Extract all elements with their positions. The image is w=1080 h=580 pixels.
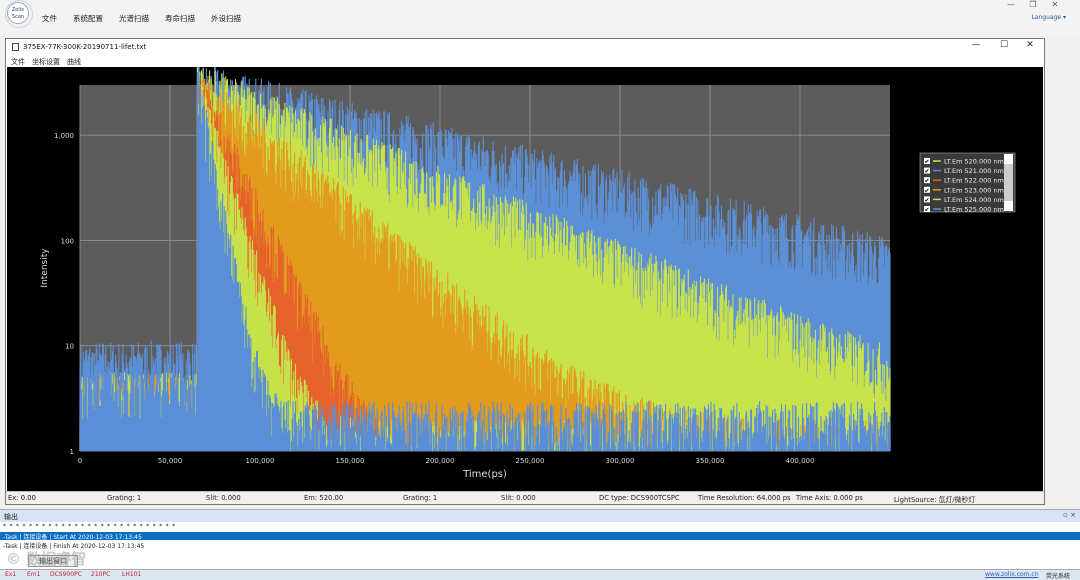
restore-icon[interactable]: ❐ xyxy=(1022,0,1044,9)
legend-entry: LT.Em 525.000 nm xyxy=(944,206,1004,214)
y-tick-label: 100 xyxy=(61,237,74,245)
menu-spectrum-scan[interactable]: 光谱扫描 xyxy=(119,13,149,24)
y-axis-label: Intensity xyxy=(40,248,50,288)
x-tick-label: 300,000 xyxy=(606,457,635,465)
status-slit-2: Slit: 0.000 xyxy=(501,494,536,502)
status-ex: Ex: 0.00 xyxy=(8,494,36,502)
status-grating-2: Grating: 1 xyxy=(403,494,438,502)
minimize-icon[interactable]: — xyxy=(1000,0,1022,9)
language-label: Language xyxy=(1031,14,1062,21)
child-menu-file[interactable]: 文件 xyxy=(11,57,25,67)
child-close-icon[interactable]: ✕ xyxy=(1020,40,1040,50)
app-menubar: Zolix Scan 文件 系统配置 光谱扫描 寿命扫描 外设扫描 — ❐ ✕ La… xyxy=(0,0,1080,36)
legend-entry: LT.Em 520.000 nm xyxy=(944,158,1004,166)
status-device-dcs900pc: DCS900PC xyxy=(50,571,82,578)
menu-peripheral-scan[interactable]: 外设扫描 xyxy=(211,13,241,24)
output-title: 输出 xyxy=(4,513,18,521)
check-icon: ✔ xyxy=(925,187,930,194)
y-tick-label: 10 xyxy=(65,343,74,351)
lifetime-data-window: 375EX-77K-300K-20190711-lifet.txt — ☐ ✕ … xyxy=(5,38,1045,505)
check-icon: ✔ xyxy=(925,178,930,185)
status-light-source: LightSource: 氙灯/微秒灯 xyxy=(894,496,976,504)
legend-entry: LT.Em 524.000 nm xyxy=(944,196,1004,204)
menu-system-config[interactable]: 系统配置 xyxy=(73,13,103,24)
check-icon: ✔ xyxy=(925,207,930,214)
close-icon[interactable]: ✕ xyxy=(1044,0,1066,9)
legend-scroll-up xyxy=(1004,154,1013,164)
y-tick-label: 1,000 xyxy=(54,132,74,140)
x-tick-label: 0 xyxy=(78,457,82,465)
child-window-title: 375EX-77K-300K-20190711-lifet.txt xyxy=(23,43,147,51)
x-tick-label: 200,000 xyxy=(426,457,455,465)
watermark-text: © 数据睿智 xyxy=(6,550,87,568)
menu-file[interactable]: 文件 xyxy=(42,13,57,24)
child-titlebar: 375EX-77K-300K-20190711-lifet.txt — ☐ ✕ xyxy=(6,39,1044,55)
app-window-controls: — ❐ ✕ xyxy=(1000,0,1070,10)
status-device-ex1: Ex1 xyxy=(5,571,17,578)
plot-area[interactable]: 0 50,000 100,000 150,000 200,000 250,000 300,0… xyxy=(7,67,1043,491)
status-time-resolution: Time Resolution: 64.000 ps xyxy=(698,494,791,502)
child-minimize-icon[interactable]: — xyxy=(966,40,986,50)
status-slit-1: Slit: 0.000 xyxy=(206,494,241,502)
output-log-start[interactable]: -Task | 连接设备 | Start At 2020-12-03 17:13… xyxy=(0,532,1080,541)
check-icon: ✔ xyxy=(925,197,930,204)
x-tick-label: 350,000 xyxy=(696,457,725,465)
window-statusbar: Ex: 0.00 Grating: 1 Slit: 0.000 Em: 520.… xyxy=(6,491,1044,504)
y-tick-label: 1 xyxy=(70,448,74,456)
check-icon: ✔ xyxy=(925,168,930,175)
legend-scroll-down xyxy=(1004,201,1013,211)
x-tick-label: 250,000 xyxy=(516,457,545,465)
app-statusbar: Ex1 Em1 DCS900PC 210PC LH101 www.zolix.c… xyxy=(0,569,1080,580)
menu-lifetime-scan[interactable]: 寿命扫描 xyxy=(165,13,195,24)
legend-entry: LT.Em 521.000 nm xyxy=(944,167,1004,175)
output-panel: 输出 ▫ ⨯ * * * * * * * * * * * * * * * * *… xyxy=(0,509,1080,569)
zolix-logo-icon: Zolix Scan xyxy=(5,0,33,28)
chevron-down-icon: ▾ xyxy=(1062,14,1066,21)
legend-entry: LT.Em 522.000 nm xyxy=(944,177,1004,185)
status-device-em1: Em1 xyxy=(27,571,41,578)
x-tick-label: 50,000 xyxy=(158,457,183,465)
x-tick-label: 150,000 xyxy=(336,457,365,465)
company-url-link[interactable]: www.zolix.com.cn xyxy=(985,571,1039,578)
status-grating-1: Grating: 1 xyxy=(107,494,142,502)
child-menu-axis-settings[interactable]: 坐标设置 xyxy=(32,57,60,67)
status-device-lh101: LH101 xyxy=(122,571,142,578)
status-dc-type: DC type: DCS900TCSPC xyxy=(599,494,680,502)
output-header: 输出 ▫ ⨯ xyxy=(0,510,1080,522)
status-device-210pc: 210PC xyxy=(91,571,111,578)
child-menubar: 文件 坐标设置 曲线 xyxy=(6,55,1044,67)
legend-entry: LT.Em 523.000 nm xyxy=(944,186,1004,194)
check-icon: ✔ xyxy=(925,159,930,166)
panel-pin-close-icons[interactable]: ▫ ⨯ xyxy=(1063,511,1076,519)
status-time-axis: Time Axis: 0.000 ps xyxy=(796,494,863,502)
child-menu-curve[interactable]: 曲线 xyxy=(67,57,81,67)
output-separator-line: * * * * * * * * * * * * * * * * * * * * … xyxy=(3,523,176,530)
company-label: 荧光系统 xyxy=(1046,573,1071,580)
x-axis-label: Time(ps) xyxy=(462,469,507,480)
x-tick-label: 100,000 xyxy=(246,457,275,465)
status-em: Em: 520.00 xyxy=(304,494,344,502)
x-tick-label: 400,000 xyxy=(786,457,815,465)
lifetime-chart: 0 50,000 100,000 150,000 200,000 250,000 300,0… xyxy=(40,67,1016,480)
document-icon xyxy=(12,43,19,51)
language-dropdown[interactable]: Language ▾ xyxy=(1031,14,1066,21)
child-maximize-icon[interactable]: ☐ xyxy=(994,40,1014,50)
